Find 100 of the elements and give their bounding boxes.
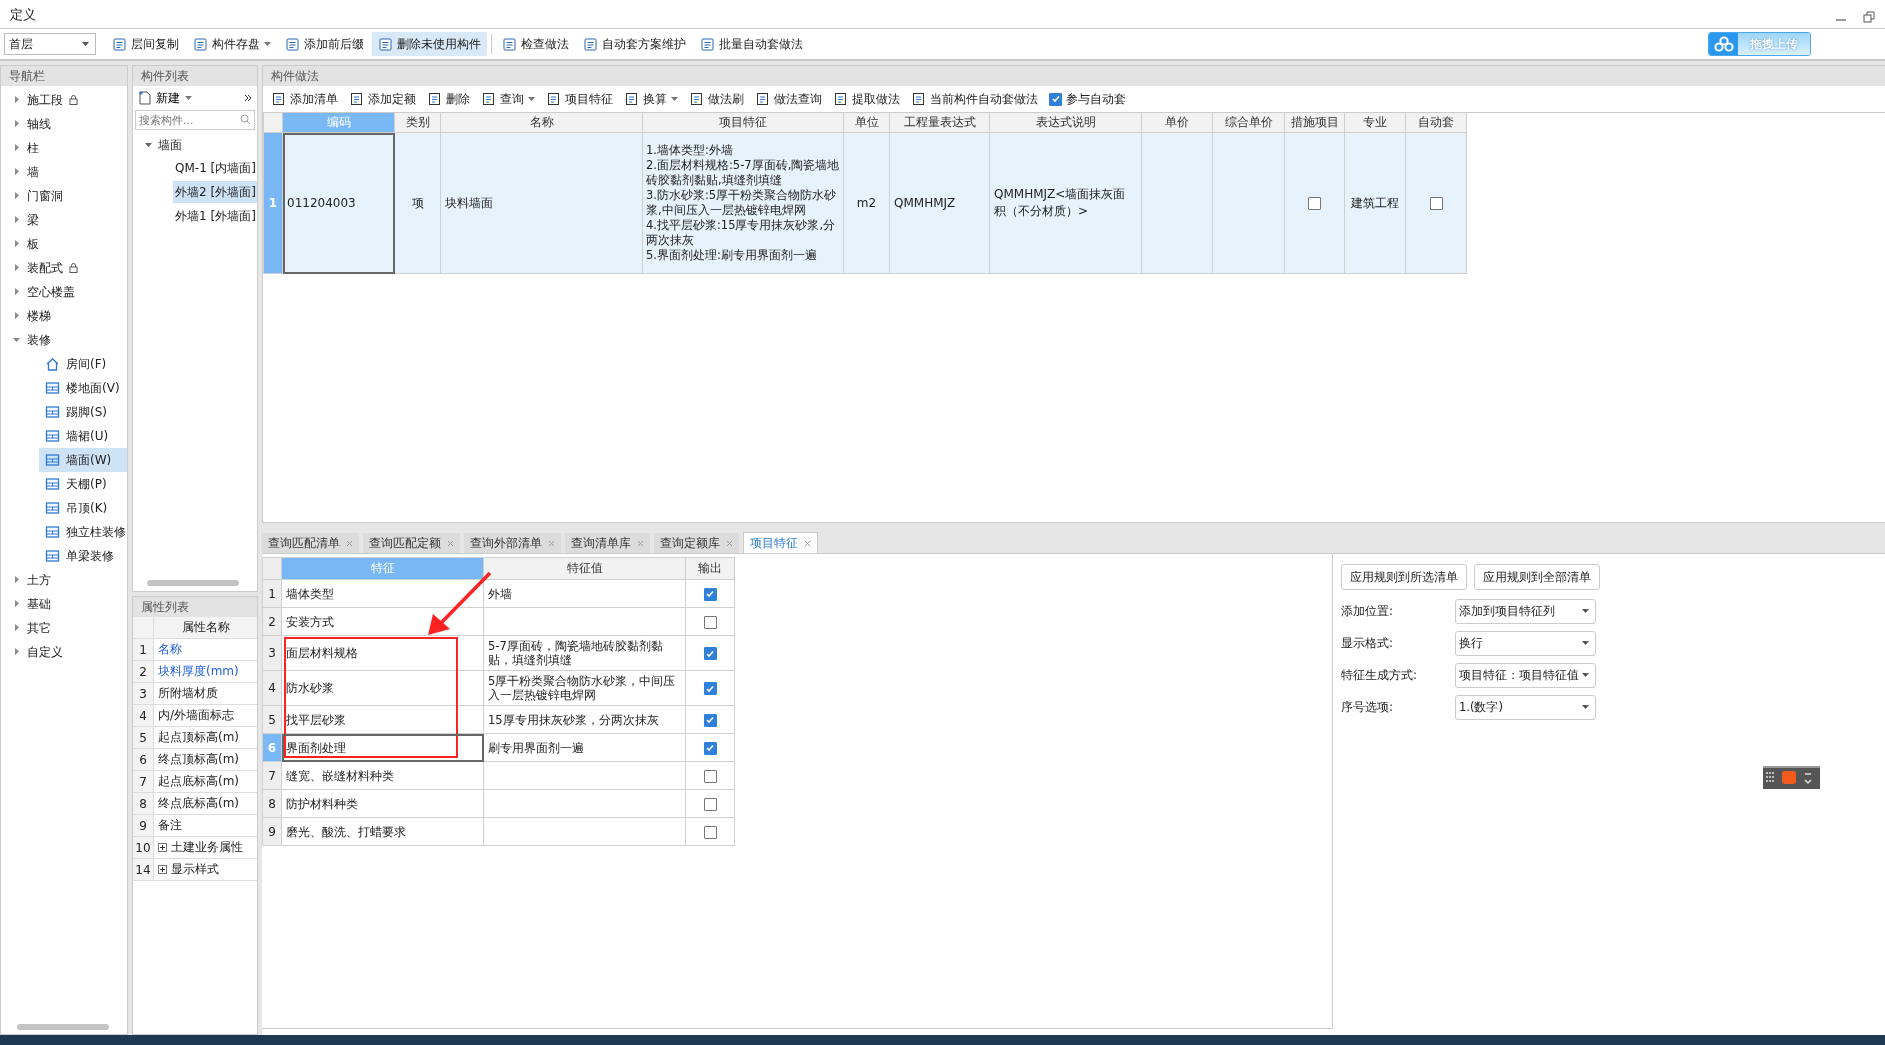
nav-item[interactable]: 其它 [1,616,127,640]
column-header[interactable]: 自动套 [1406,113,1467,133]
tab[interactable]: 查询定额库 [654,533,739,553]
nav-subitem[interactable]: 墙裙(U) [1,424,127,448]
row-number[interactable]: 8 [262,789,282,818]
nav-item[interactable]: 施工段 [1,88,127,112]
tab[interactable]: 查询外部清单 [464,533,561,553]
apply-rule-button[interactable]: 应用规则到全部清单 [1474,564,1600,590]
setting-dropdown[interactable]: 1.(数字) [1455,694,1596,720]
close-icon[interactable] [637,539,644,547]
toolbar-button[interactable]: 批量自动套做法 [694,32,809,56]
checkbox[interactable] [1049,92,1062,106]
checkbox[interactable] [1429,196,1443,210]
toolbar-button[interactable]: 查询 [477,90,540,108]
restore-icon[interactable] [1863,11,1875,23]
row-number[interactable]: 9 [262,817,282,846]
nav-subitem[interactable]: 踢脚(S) [1,400,127,424]
checkbox[interactable] [703,769,717,783]
expand-icon[interactable] [158,843,167,852]
nav-item[interactable]: 自定义 [1,640,127,664]
column-header[interactable]: 表达式说明 [990,113,1142,133]
toolbar-button[interactable]: 提取做法 [829,90,905,108]
nav-item[interactable]: 轴线 [1,112,127,136]
nav-subitem[interactable]: 单梁装修 [1,544,127,568]
column-header[interactable]: 类别 [395,113,441,133]
floor-dropdown[interactable]: 首层 [4,33,96,55]
tab[interactable]: 查询匹配清单 [262,533,359,553]
toolbar-button[interactable]: 添加清单 [267,90,343,108]
row-number[interactable]: 5 [262,705,282,734]
search-field[interactable]: 搜索构件... [135,110,255,130]
row-number[interactable]: 3 [262,635,282,671]
close-icon[interactable] [447,539,454,547]
checkbox[interactable] [703,682,717,695]
row-number[interactable]: 4 [262,670,282,706]
checkbox[interactable] [703,825,717,839]
expand-icon[interactable] [243,92,253,104]
setting-dropdown[interactable]: 添加到项目特征列 [1455,598,1596,624]
tab[interactable]: 项目特征 [743,532,818,553]
close-icon[interactable] [804,539,811,547]
checkbox[interactable] [703,647,717,660]
nav-subitem[interactable]: 墙面(W) [39,448,127,472]
nav-item[interactable]: 空心楼盖 [1,280,127,304]
component-item[interactable]: QM-1 [内墙面] [173,157,257,179]
checkbox[interactable] [703,615,717,629]
expand-icon[interactable] [158,865,167,874]
column-header[interactable]: 综合单价 [1213,113,1285,133]
column-header[interactable]: 项目特征 [643,113,844,133]
toolbar-button[interactable]: 自动套方案维护 [577,32,692,56]
nav-subitem[interactable]: 吊顶(K) [1,496,127,520]
nav-subitem[interactable]: 房间(F) [1,352,127,376]
tree-group[interactable]: 墙面 [133,133,257,157]
column-header[interactable]: 单价 [1142,113,1213,133]
toolbar-button[interactable]: 做法查询 [751,90,827,108]
nav-item[interactable]: 梁 [1,208,127,232]
nav-item[interactable]: 土方 [1,568,127,592]
toolbar-button[interactable]: 检查做法 [496,32,575,56]
nav-item[interactable]: 墙 [1,160,127,184]
nav-item[interactable]: 门窗洞 [1,184,127,208]
column-header[interactable]: 工程量表达式 [890,113,990,133]
component-item[interactable]: 外墙2 [外墙面] [173,181,257,203]
nav-subitem[interactable]: 独立柱装修 [1,520,127,544]
column-header[interactable]: 专业 [1345,113,1406,133]
column-header[interactable]: 单位 [844,113,890,133]
row-number[interactable]: 1 [262,579,282,608]
nav-item[interactable]: 柱 [1,136,127,160]
new-button[interactable]: 新建 [137,89,194,107]
close-icon[interactable] [726,539,733,547]
apply-rule-button[interactable]: 应用规则到所选清单 [1341,564,1467,590]
nav-item[interactable]: 装修 [1,328,127,352]
checkbox[interactable] [703,741,717,755]
close-icon[interactable] [548,539,555,547]
nav-subitem[interactable]: 天棚(P) [1,472,127,496]
tab[interactable]: 查询清单库 [565,533,650,553]
nav-item[interactable]: 楼梯 [1,304,127,328]
column-header[interactable]: 措施项目 [1285,113,1345,133]
toolbar-button[interactable]: 当前构件自动套做法 [907,90,1043,108]
column-header[interactable]: 名称 [441,113,643,133]
nav-item[interactable]: 板 [1,232,127,256]
row-number[interactable]: 2 [262,607,282,636]
scrollbar[interactable] [17,1024,109,1030]
toolbar-button[interactable]: 构件存盘 [187,32,277,56]
tab[interactable]: 查询匹配定额 [363,533,460,553]
toolbar-button[interactable]: 层间复制 [106,32,185,56]
close-icon[interactable] [346,539,353,547]
toolbar-button[interactable]: 删除未使用构件 [372,32,487,56]
setting-dropdown[interactable]: 换行 [1455,630,1596,656]
checkbox[interactable] [1308,196,1321,210]
component-item[interactable]: 外墙1 [外墙面] [173,205,257,227]
scrollbar[interactable] [147,580,239,586]
nav-item[interactable]: 基础 [1,592,127,616]
setting-dropdown[interactable]: 项目特征：项目特征值 [1455,662,1596,688]
checkbox[interactable] [703,587,717,601]
checkbox-label[interactable]: 参与自动套 [1066,90,1126,108]
ime-toolbar-drawing[interactable] [1763,766,1820,789]
checkbox[interactable] [703,713,717,727]
toolbar-button[interactable]: 删除 [423,90,475,108]
toolbar-button[interactable]: 添加前后缀 [279,32,370,56]
nav-item[interactable]: 装配式 [1,256,127,280]
toolbar-button[interactable]: 换算 [620,90,683,108]
toolbar-button[interactable]: 项目特征 [542,90,618,108]
